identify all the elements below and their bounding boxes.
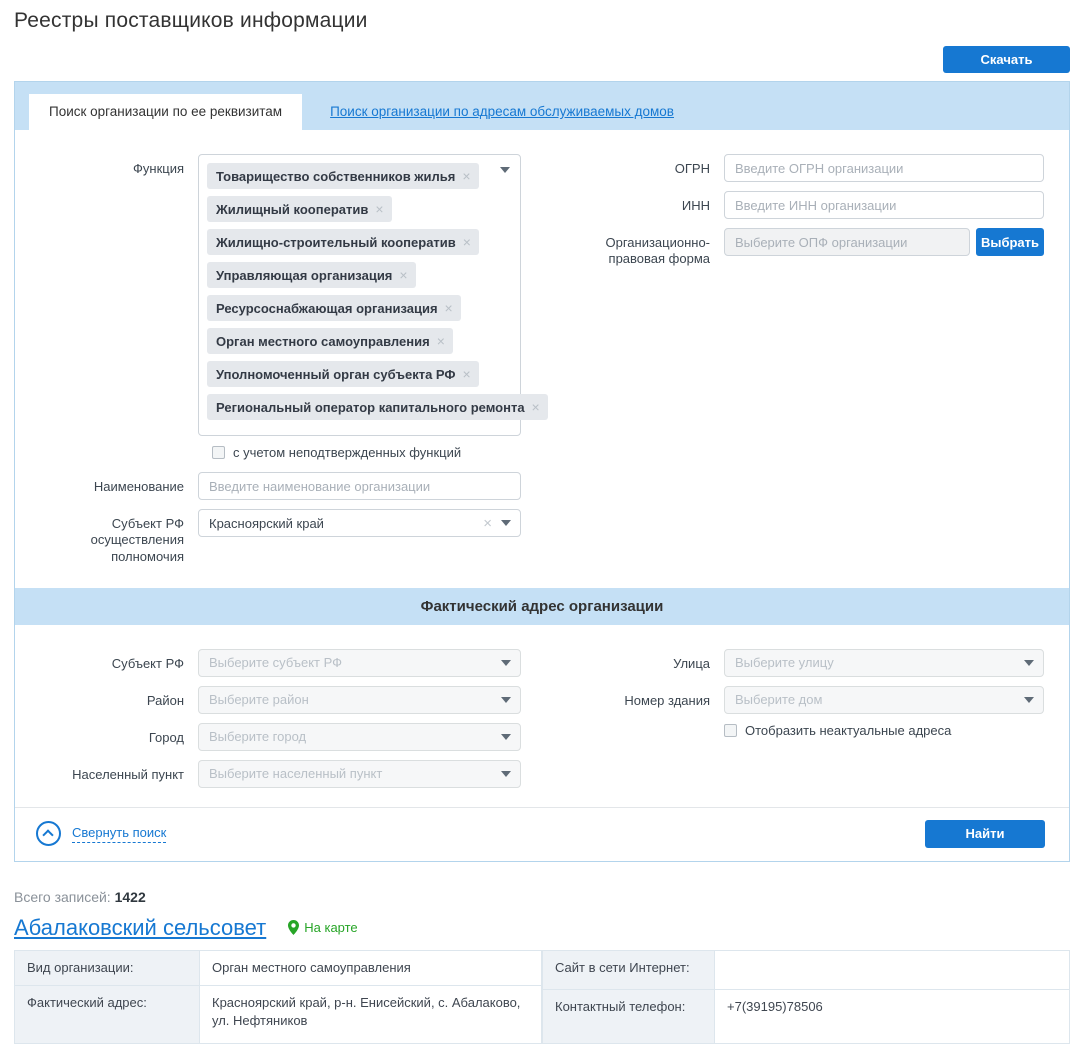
- address-street-select[interactable]: Выберите улицу: [724, 648, 1044, 677]
- unconfirmed-functions-label: с учетом неподтвержденных функций: [233, 445, 462, 460]
- function-tag: Жилищный кооператив ×: [207, 196, 392, 222]
- function-tag: Региональный оператор капитального ремон…: [207, 394, 548, 420]
- on-map-link[interactable]: На карте: [288, 920, 358, 936]
- remove-tag-icon[interactable]: ×: [437, 333, 445, 349]
- address-district-label: Район: [146, 692, 184, 708]
- results-section: Всего записей: 1422 Абалаковский сельсов…: [14, 862, 1070, 1044]
- table-row: Фактический адрес: Красноярский край, р-…: [14, 984, 542, 1044]
- address-settlement-label: Населенный пункт: [72, 766, 184, 782]
- chevron-up-circle-icon: [36, 821, 61, 847]
- remove-tag-icon[interactable]: ×: [463, 234, 471, 250]
- remove-tag-icon[interactable]: ×: [375, 201, 383, 217]
- ogrn-label: ОГРН: [674, 161, 710, 176]
- remove-tag-icon[interactable]: ×: [532, 399, 540, 415]
- function-tag: Орган местного самоуправления ×: [207, 328, 453, 354]
- address-form: Субъект РФ Выберите субъект РФ Район Выб…: [15, 625, 1069, 807]
- function-tag: Уполномоченный орган субъекта РФ ×: [207, 361, 479, 387]
- org-address-label: Фактический адрес:: [14, 984, 200, 1044]
- toolbar: Скачать: [0, 33, 1084, 81]
- org-address-value: Красноярский край, р-н. Енисейский, с. А…: [199, 984, 542, 1044]
- address-section-title: Фактический адрес организации: [15, 587, 1069, 625]
- chevron-down-icon: [501, 696, 511, 703]
- address-building-select[interactable]: Выберите дом: [724, 685, 1044, 714]
- tab-bar: Поиск организации по ее реквизитам Поиск…: [15, 82, 1069, 130]
- name-input[interactable]: [198, 472, 521, 500]
- org-phone-value: +7(39195)78506: [714, 989, 1070, 1044]
- org-type-value: Орган местного самоуправления: [199, 949, 542, 986]
- org-phone-label: Контактный телефон:: [542, 989, 715, 1044]
- search-panel-footer: Свернуть поиск Найти: [15, 806, 1069, 861]
- download-button[interactable]: Скачать: [943, 46, 1070, 73]
- inn-input[interactable]: [724, 191, 1044, 219]
- function-tag: Управляющая организация ×: [207, 262, 416, 288]
- checkbox-icon[interactable]: [724, 723, 737, 737]
- address-subject-label: Субъект РФ: [111, 655, 184, 671]
- remove-tag-icon[interactable]: ×: [445, 300, 453, 316]
- show-inactive-addresses-checkbox[interactable]: Отобразить неактуальные адреса: [724, 723, 1045, 738]
- search-panel: Поиск организации по ее реквизитам Поиск…: [14, 81, 1070, 862]
- chevron-down-icon: [1024, 696, 1034, 703]
- subject-rf-authority-select[interactable]: Красноярский край ×: [198, 509, 521, 537]
- checkbox-icon[interactable]: [212, 446, 225, 459]
- total-records-value: 1422: [114, 888, 146, 905]
- address-city-select[interactable]: Выберите город: [198, 722, 521, 751]
- collapse-search-link[interactable]: Свернуть поиск: [36, 821, 167, 847]
- opf-input[interactable]: [724, 228, 970, 256]
- tab-search-by-addresses[interactable]: Поиск организации по адресам обслуживаем…: [330, 94, 674, 130]
- inn-label: ИНН: [681, 198, 710, 213]
- function-label: Функция: [133, 161, 184, 176]
- name-label: Наименование: [93, 479, 184, 494]
- table-row: Сайт в сети Интернет:: [542, 949, 1070, 991]
- subject-rf-authority-label: Субъект РФ осуществления полномочия: [90, 516, 184, 564]
- function-tag: Товарищество собственников жилья ×: [207, 163, 479, 189]
- remove-tag-icon[interactable]: ×: [463, 366, 471, 382]
- org-type-label: Вид организации:: [14, 949, 200, 986]
- find-button[interactable]: Найти: [925, 819, 1045, 848]
- chevron-down-icon: [501, 733, 511, 740]
- chevron-down-icon: [501, 659, 511, 666]
- map-pin-icon: [288, 920, 300, 936]
- address-subject-select[interactable]: Выберите субъект РФ: [198, 648, 521, 677]
- address-settlement-select[interactable]: Выберите населенный пункт: [198, 759, 521, 788]
- organization-details-table: Вид организации: Орган местного самоупра…: [14, 949, 1070, 1044]
- opf-label: Организационно-правовая форма: [605, 235, 710, 267]
- chevron-down-icon: [1024, 659, 1034, 666]
- org-website-value: [714, 949, 1070, 991]
- address-city-label: Город: [148, 729, 184, 745]
- show-inactive-addresses-label: Отобразить неактуальные адреса: [745, 722, 952, 738]
- address-building-label: Номер здания: [624, 692, 710, 708]
- function-tag: Ресурсоснабжающая организация ×: [207, 295, 461, 321]
- function-tag: Жилищно-строительный кооператив ×: [207, 229, 479, 255]
- remove-tag-icon[interactable]: ×: [399, 267, 407, 283]
- clear-icon[interactable]: ×: [483, 515, 492, 532]
- total-records: Всего записей: 1422: [14, 888, 146, 905]
- table-row: Контактный телефон: +7(39195)78506: [542, 989, 1070, 1044]
- table-row: Вид организации: Орган местного самоупра…: [14, 949, 542, 986]
- page-title: Реестры поставщиков информации: [14, 9, 368, 32]
- tab-search-by-requisites[interactable]: Поиск организации по ее реквизитам: [29, 94, 303, 130]
- requisites-form: Функция Товарищество собственников жилья…: [15, 130, 1069, 588]
- address-street-label: Улица: [673, 655, 710, 671]
- unconfirmed-functions-checkbox[interactable]: с учетом неподтвержденных функций: [212, 445, 553, 460]
- opf-choose-button[interactable]: Выбрать: [976, 228, 1044, 256]
- address-district-select[interactable]: Выберите район: [198, 685, 521, 714]
- remove-tag-icon[interactable]: ×: [462, 168, 470, 184]
- org-website-label: Сайт в сети Интернет:: [542, 949, 715, 991]
- ogrn-input[interactable]: [724, 154, 1044, 182]
- chevron-down-icon: [501, 520, 511, 526]
- chevron-down-icon: [501, 770, 511, 777]
- chevron-down-icon: [500, 167, 510, 173]
- function-multiselect[interactable]: Товарищество собственников жилья × Жилищн…: [198, 154, 548, 436]
